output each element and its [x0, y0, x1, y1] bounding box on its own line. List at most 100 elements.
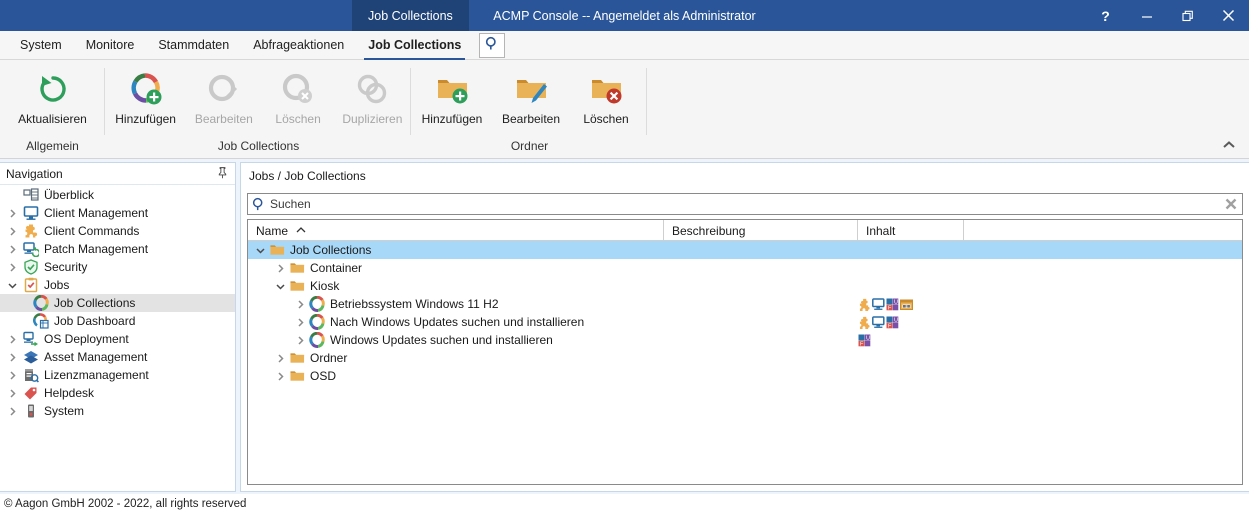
sidebar-item-patch-management[interactable]: Patch Management	[0, 240, 235, 258]
package-blue-icon: UF	[886, 298, 899, 311]
menu-item-job-collections[interactable]: Job Collections	[356, 31, 473, 60]
chevron-right-icon[interactable]	[4, 388, 20, 399]
ribbon-button-job-hinzufuegen[interactable]: Hinzufügen	[106, 66, 185, 126]
navigation-header: Navigation	[0, 163, 235, 185]
ribbon-button-job-loeschen[interactable]: Löschen	[262, 66, 333, 126]
ribbon-button-job-duplizieren[interactable]: Duplizieren	[334, 66, 411, 126]
chevron-right-icon[interactable]	[272, 263, 288, 274]
chevron-right-icon[interactable]	[4, 226, 20, 237]
job-add-icon	[129, 70, 163, 108]
sidebar-item-asset-management[interactable]: Asset Management	[0, 348, 235, 366]
chevron-down-icon[interactable]	[252, 245, 268, 256]
chevron-right-icon[interactable]	[4, 370, 20, 381]
menu-item-system[interactable]: System	[8, 31, 74, 60]
minimize-button[interactable]	[1126, 0, 1167, 31]
chevron-down-icon[interactable]	[4, 280, 20, 291]
chevron-down-icon[interactable]	[272, 281, 288, 292]
pin-icon[interactable]	[216, 166, 229, 182]
table-row[interactable]: OSD	[248, 367, 1242, 385]
search-input[interactable]	[270, 197, 1220, 211]
table-row[interactable]: Ordner	[248, 349, 1242, 367]
cell-description	[664, 277, 858, 295]
sidebar-item-jobs[interactable]: Jobs	[0, 276, 235, 294]
cell-description	[664, 349, 858, 367]
menu-item-stammdaten[interactable]: Stammdaten	[146, 31, 241, 60]
table-row[interactable]: Job Collections	[248, 241, 1242, 259]
column-header-name[interactable]: Name	[248, 220, 664, 241]
sidebar-item-job-collections[interactable]: Job Collections	[0, 294, 235, 312]
ribbon-group-label: Ordner	[510, 139, 549, 153]
acmp-console-window: ACMP Console -- Angemeldet als Administr…	[0, 0, 1249, 513]
job-collections-grid: Name Beschreibung Inhalt Job Collections Co…	[247, 219, 1243, 485]
table-row[interactable]: Kiosk	[248, 277, 1242, 295]
chevron-right-icon[interactable]	[4, 406, 20, 417]
table-row[interactable]: Windows Updates suchen und installieren U…	[248, 331, 1242, 349]
chevron-right-icon[interactable]	[272, 353, 288, 364]
folder-icon	[288, 351, 306, 365]
sidebar-item-system[interactable]: System	[0, 402, 235, 420]
ribbon-button-aktualisieren[interactable]: Aktualisieren	[8, 66, 98, 126]
job-collection-icon	[308, 332, 326, 348]
cell-inhalt: UF	[858, 313, 964, 331]
table-row[interactable]: Container	[248, 259, 1242, 277]
sidebar-item-label: Lizenzmanagement	[44, 368, 149, 382]
menu-search-button[interactable]	[479, 32, 506, 58]
content-panel: Jobs / Job Collections Name Beschreibung I…	[240, 162, 1249, 492]
chevron-right-icon[interactable]	[292, 299, 308, 310]
clear-icon[interactable]	[1220, 198, 1242, 210]
sidebar-item-lizenzmanagement[interactable]: Lizenzmanagement	[0, 366, 235, 384]
ribbon-button-job-bearbeiten[interactable]: Bearbeiten	[185, 66, 262, 126]
sidebar-item-security[interactable]: Security	[0, 258, 235, 276]
sidebar-item-überblick[interactable]: Überblick	[0, 186, 235, 204]
sort-ascending-icon	[296, 226, 306, 236]
os-deploy-icon	[20, 331, 42, 347]
chevron-right-icon[interactable]	[4, 208, 20, 219]
ribbon-button-folder-bearbeiten[interactable]: Bearbeiten	[492, 66, 570, 126]
sidebar-item-job-dashboard[interactable]: Job Dashboard	[0, 312, 235, 330]
sidebar-item-label: Jobs	[44, 278, 70, 292]
search-icon	[485, 36, 500, 54]
job-collection-icon	[30, 295, 52, 311]
chevron-right-icon[interactable]	[4, 352, 20, 363]
column-header-beschreibung[interactable]: Beschreibung	[664, 220, 858, 241]
close-button[interactable]	[1208, 0, 1249, 31]
restore-icon	[1181, 10, 1194, 22]
ribbon-button-folder-loeschen[interactable]: Löschen	[570, 66, 642, 126]
chevron-right-icon[interactable]	[4, 244, 20, 255]
ribbon-button-label: Bearbeiten	[194, 112, 253, 126]
ribbon-button-folder-hinzufuegen[interactable]: Hinzufügen	[412, 66, 492, 126]
active-document-tab[interactable]: Job Collections	[352, 0, 469, 31]
help-button[interactable]: ?	[1085, 0, 1126, 31]
chevron-right-icon[interactable]	[272, 371, 288, 382]
sidebar-item-label: OS Deployment	[44, 332, 129, 346]
ribbon-group-separator	[646, 68, 647, 135]
cell-inhalt	[858, 367, 964, 385]
ribbon-collapse-button[interactable]	[1219, 136, 1239, 154]
sidebar-item-client-commands[interactable]: Client Commands	[0, 222, 235, 240]
sidebar-item-helpdesk[interactable]: Helpdesk	[0, 384, 235, 402]
menu-item-abfrageaktionen[interactable]: Abfrageaktionen	[241, 31, 356, 60]
sidebar-item-label: Job Collections	[54, 296, 136, 310]
ribbon-button-label: Duplizieren	[342, 112, 403, 126]
chevron-up-icon	[1223, 141, 1235, 148]
column-header-inhalt[interactable]: Inhalt	[858, 220, 964, 241]
restore-button[interactable]	[1167, 0, 1208, 31]
clipboard-icon	[20, 277, 42, 293]
column-header-filler	[964, 220, 1242, 241]
table-row[interactable]: Betriebssystem Windows 11 H2 U F	[248, 295, 1242, 313]
sidebar-item-os-deployment[interactable]: OS Deployment	[0, 330, 235, 348]
cell-inhalt	[858, 349, 964, 367]
package-blue-icon: UF	[886, 316, 899, 329]
chevron-right-icon[interactable]	[292, 335, 308, 346]
job-duplicate-icon	[355, 70, 389, 108]
ribbon-toolbar: Aktualisieren Allgemein Hinzufügen Bearb…	[0, 60, 1249, 159]
menu-item-label: Job Collections	[368, 38, 462, 52]
table-row[interactable]: Nach Windows Updates suchen und installi…	[248, 313, 1242, 331]
monitor-icon	[20, 205, 42, 221]
sidebar-item-client-management[interactable]: Client Management	[0, 204, 235, 222]
main-menu-bar: System Monitore Stammdaten Abfrageaktionen J…	[0, 31, 1249, 60]
chevron-right-icon[interactable]	[292, 317, 308, 328]
chevron-right-icon[interactable]	[4, 334, 20, 345]
menu-item-monitore[interactable]: Monitore	[74, 31, 147, 60]
chevron-right-icon[interactable]	[4, 262, 20, 273]
